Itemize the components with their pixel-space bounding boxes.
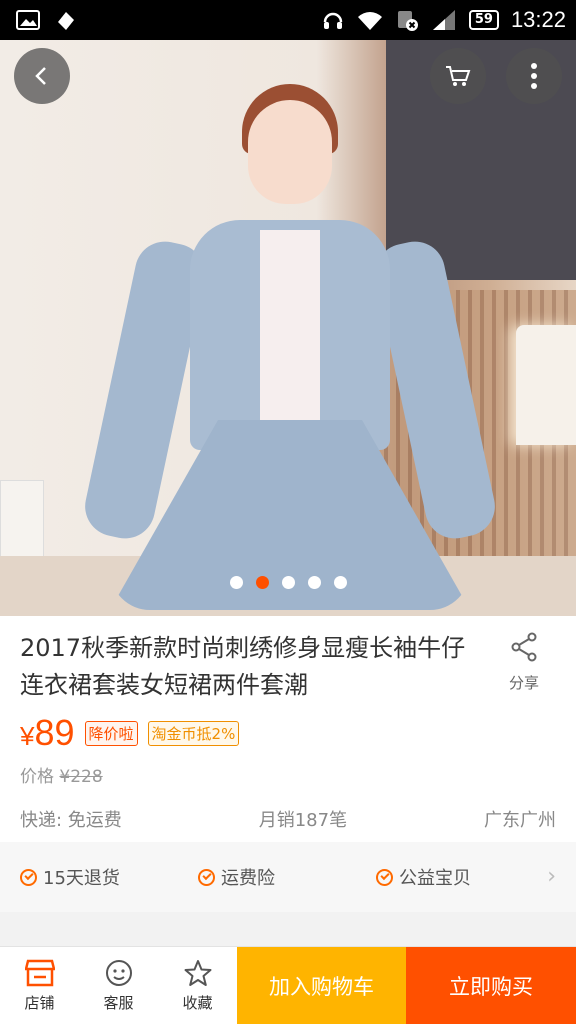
- status-bar: 59 13:22: [0, 0, 576, 40]
- product-image-gallery[interactable]: [0, 40, 576, 616]
- clock: 13:22: [510, 7, 566, 32]
- back-button[interactable]: [14, 48, 70, 104]
- product-title: 2017秋季新款时尚刺绣修身显瘦长袖牛仔连衣裙套装女短裙两件套潮: [20, 634, 466, 699]
- gallery-dot[interactable]: [229, 576, 243, 589]
- shopping-cart-icon: [446, 66, 471, 86]
- battery-indicator: 59: [468, 10, 499, 30]
- shipping-info: 快递: 免运费: [20, 810, 122, 831]
- bottom-action-bar: 店铺 客服 收藏 加入购物车 立即购买: [0, 946, 576, 1024]
- service-guarantees-row[interactable]: 15天退货 运费险 公益宝贝 ›: [0, 842, 576, 912]
- gallery-dot[interactable]: [307, 576, 321, 589]
- headset-icon: [323, 12, 343, 29]
- sim-icon: [397, 11, 418, 31]
- check-circle-icon: [376, 868, 393, 886]
- customer-service-button[interactable]: 客服: [79, 947, 158, 1024]
- delivery-sales-location: 快递: 免运费 月销187笔 广东广州: [20, 806, 556, 832]
- monthly-sales: 月销187笔: [258, 810, 348, 831]
- star-icon: [184, 959, 211, 986]
- share-label: 分享: [508, 674, 539, 692]
- product-photo-model: [79, 80, 501, 616]
- app-notification-icon: [58, 12, 74, 30]
- guarantee-return: 15天退货: [20, 864, 198, 890]
- gallery-dot[interactable]: [281, 576, 295, 589]
- more-options-button[interactable]: [506, 48, 562, 104]
- back-arrow-icon: [35, 67, 46, 85]
- add-to-cart-button[interactable]: 加入购物车: [237, 947, 406, 1024]
- signal-icon: [432, 10, 455, 30]
- check-circle-icon: [20, 868, 37, 886]
- wifi-icon: [357, 12, 382, 30]
- cart-button[interactable]: [430, 48, 486, 104]
- share-button[interactable]: 分享: [506, 632, 542, 693]
- shop-icon: [24, 959, 55, 986]
- share-icon: [511, 632, 537, 662]
- buy-now-button[interactable]: 立即购买: [406, 947, 576, 1024]
- current-price: ¥89: [20, 712, 75, 753]
- taojinbi-badge: 淘金币抵2%: [147, 720, 240, 746]
- price-drop-badge: 降价啦: [84, 720, 138, 746]
- more-vertical-icon: [531, 63, 537, 89]
- gallery-dot-active[interactable]: [255, 576, 269, 589]
- image-notification-icon: [16, 10, 40, 30]
- favorite-button[interactable]: 收藏: [158, 947, 237, 1024]
- price-row: ¥89 降价啦 淘金币抵2%: [20, 712, 240, 754]
- gallery-pagination: [0, 576, 576, 589]
- shop-button[interactable]: 店铺: [0, 947, 79, 1024]
- guarantee-charity: 公益宝贝: [376, 864, 554, 890]
- ship-from-location: 广东广州: [484, 810, 556, 831]
- chevron-right-icon: ›: [547, 864, 556, 889]
- chat-face-icon: [105, 959, 132, 986]
- gallery-dot[interactable]: [333, 576, 347, 589]
- lamp: [516, 325, 576, 445]
- product-info: 2017秋季新款时尚刺绣修身显瘦长袖牛仔连衣裙套装女短裙两件套潮 分享 ¥89 …: [0, 616, 576, 842]
- guarantee-shipping-insurance: 运费险: [198, 864, 376, 890]
- check-circle-icon: [198, 868, 215, 886]
- original-price: 价格 ¥228: [20, 767, 103, 787]
